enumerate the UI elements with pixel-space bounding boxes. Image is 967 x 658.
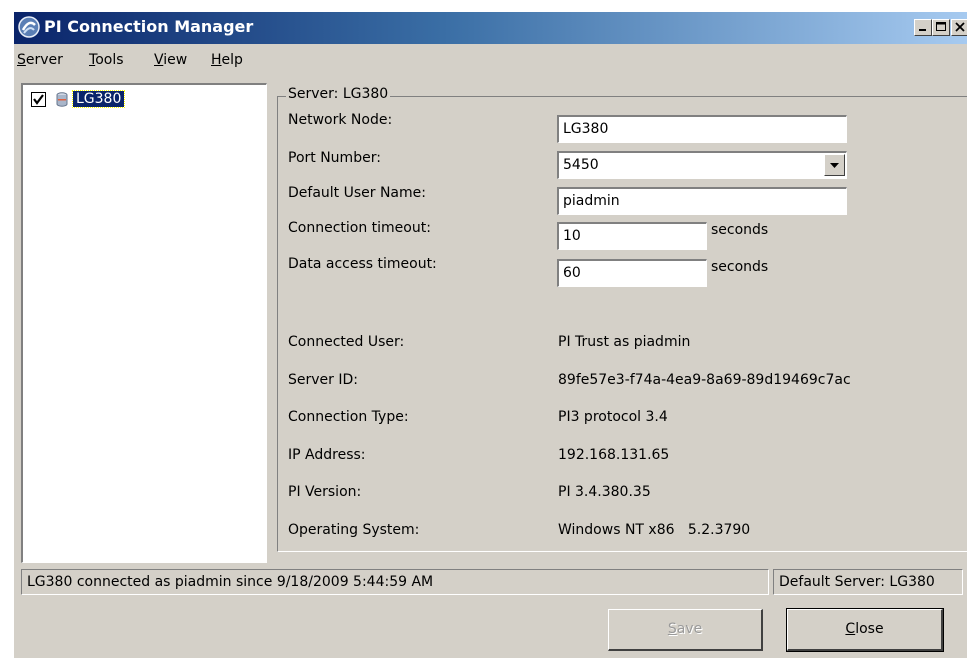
menu-tools[interactable]: Tools [89,52,124,68]
server-id-value: 89fe57e3-f74a-4ea9-8a69-89d19469c7ac [558,372,851,388]
data-access-timeout-input[interactable]: 60 [557,259,707,287]
connected-user-label: Connected User: [288,334,405,350]
server-group-title: Server: LG380 [286,86,391,102]
save-button[interactable]: Save [608,609,763,651]
menu-bar: Server Tools View Help [14,48,967,74]
operating-system-label: Operating System: [288,522,420,538]
port-number-dropdown-button[interactable] [824,154,845,176]
pi-connection-manager-window: PI Connection Manager Server Tools View … [14,12,967,658]
connection-type-value: PI3 protocol 3.4 [558,409,668,425]
server-id-label: Server ID: [288,372,358,388]
default-user-input[interactable]: piadmin [557,187,847,215]
port-number-select[interactable]: 5450 [557,151,847,179]
connection-timeout-input[interactable]: 10 [557,222,707,250]
maximize-icon [936,22,946,31]
dropdown-arrow-icon [830,163,839,168]
status-default-server: Default Server: LG380 [773,569,963,595]
pi-version-label: PI Version: [288,484,362,500]
close-icon [955,22,965,32]
data-access-timeout-label: Data access timeout: [288,256,437,272]
close-button[interactable]: Close [786,608,944,652]
minimize-icon [919,29,926,31]
maximize-button[interactable] [932,19,950,36]
menu-view[interactable]: View [154,52,187,68]
operating-system-value: Windows NT x86 5.2.3790 [558,522,751,538]
status-connection: LG380 connected as piadmin since 9/18/20… [21,569,769,595]
ip-address-value: 192.168.131.65 [558,447,670,463]
server-checkbox[interactable] [31,92,46,107]
checkmark-icon [33,94,44,105]
connected-user-value: PI Trust as piadmin [558,334,691,350]
port-number-value: 5450 [563,157,599,173]
data-access-timeout-unit: seconds [711,259,769,275]
pi-app-icon [18,16,40,38]
minimize-button[interactable] [914,19,932,36]
port-number-label: Port Number: [288,150,381,166]
network-node-label: Network Node: [288,112,393,128]
window-title: PI Connection Manager [44,17,254,36]
menu-help[interactable]: Help [211,52,243,68]
title-bar[interactable]: PI Connection Manager [14,12,967,44]
default-user-label: Default User Name: [288,185,426,201]
connection-timeout-unit: seconds [711,222,769,238]
close-window-button[interactable] [951,19,967,36]
network-node-input[interactable]: LG380 [557,115,847,143]
database-icon [56,92,68,111]
connection-type-label: Connection Type: [288,409,409,425]
server-tree[interactable]: LG380 [21,83,267,563]
connection-timeout-label: Connection timeout: [288,220,431,236]
ip-address-label: IP Address: [288,447,366,463]
menu-server[interactable]: Server [17,52,63,68]
pi-version-value: PI 3.4.380.35 [558,484,651,500]
tree-item-label: LG380 [71,90,126,108]
